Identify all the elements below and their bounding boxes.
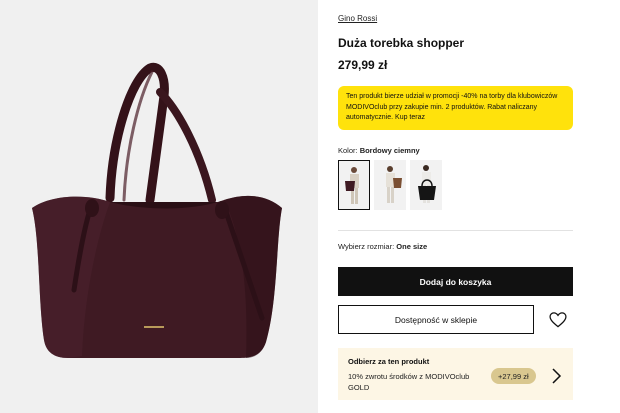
product-image-gallery[interactable]	[0, 0, 318, 413]
promo-banner[interactable]: Ten produkt bierze udział w promocji -40…	[338, 86, 573, 130]
color-value: Bordowy ciemny	[359, 146, 420, 155]
reward-badge: +27,99 zł	[491, 368, 536, 384]
product-price: 279,99 zł	[338, 58, 388, 72]
color-swatch-brown[interactable]	[374, 160, 406, 210]
size-label-prefix: Wybierz rozmiar:	[338, 242, 395, 251]
color-label: Kolor: Bordowy ciemny	[338, 146, 420, 155]
color-swatch-black[interactable]	[410, 160, 442, 210]
color-swatch-burgundy[interactable]	[338, 160, 370, 210]
product-title: Duża torebka shopper	[338, 36, 465, 50]
color-label-prefix: Kolor:	[338, 146, 358, 155]
size-value: One size	[396, 242, 428, 251]
section-divider	[338, 230, 573, 231]
burgundy-bag-model-thumb	[345, 167, 359, 204]
brown-bag-model-thumb	[386, 166, 402, 203]
chevron-right-icon[interactable]	[550, 367, 562, 385]
promo-text: Ten produkt bierze udział w promocji -40…	[346, 93, 558, 121]
add-to-cart-button[interactable]: Dodaj do koszyka	[338, 267, 573, 296]
black-bag-model-thumb	[418, 165, 436, 203]
heart-icon[interactable]	[548, 310, 568, 330]
size-label: Wybierz rozmiar: One size	[338, 242, 427, 251]
brand-link[interactable]: Gino Rossi	[338, 14, 377, 23]
cashback-reward-box[interactable]: Odbierz za ten produkt 10% zwrotu środkó…	[338, 348, 573, 400]
product-main-image	[32, 62, 282, 358]
reward-text: 10% zwrotu środków z MODIVOclub GOLD	[348, 372, 470, 392]
reward-title: Odbierz za ten produkt	[348, 357, 430, 366]
store-availability-button[interactable]: Dostępność w sklepie	[338, 305, 534, 334]
